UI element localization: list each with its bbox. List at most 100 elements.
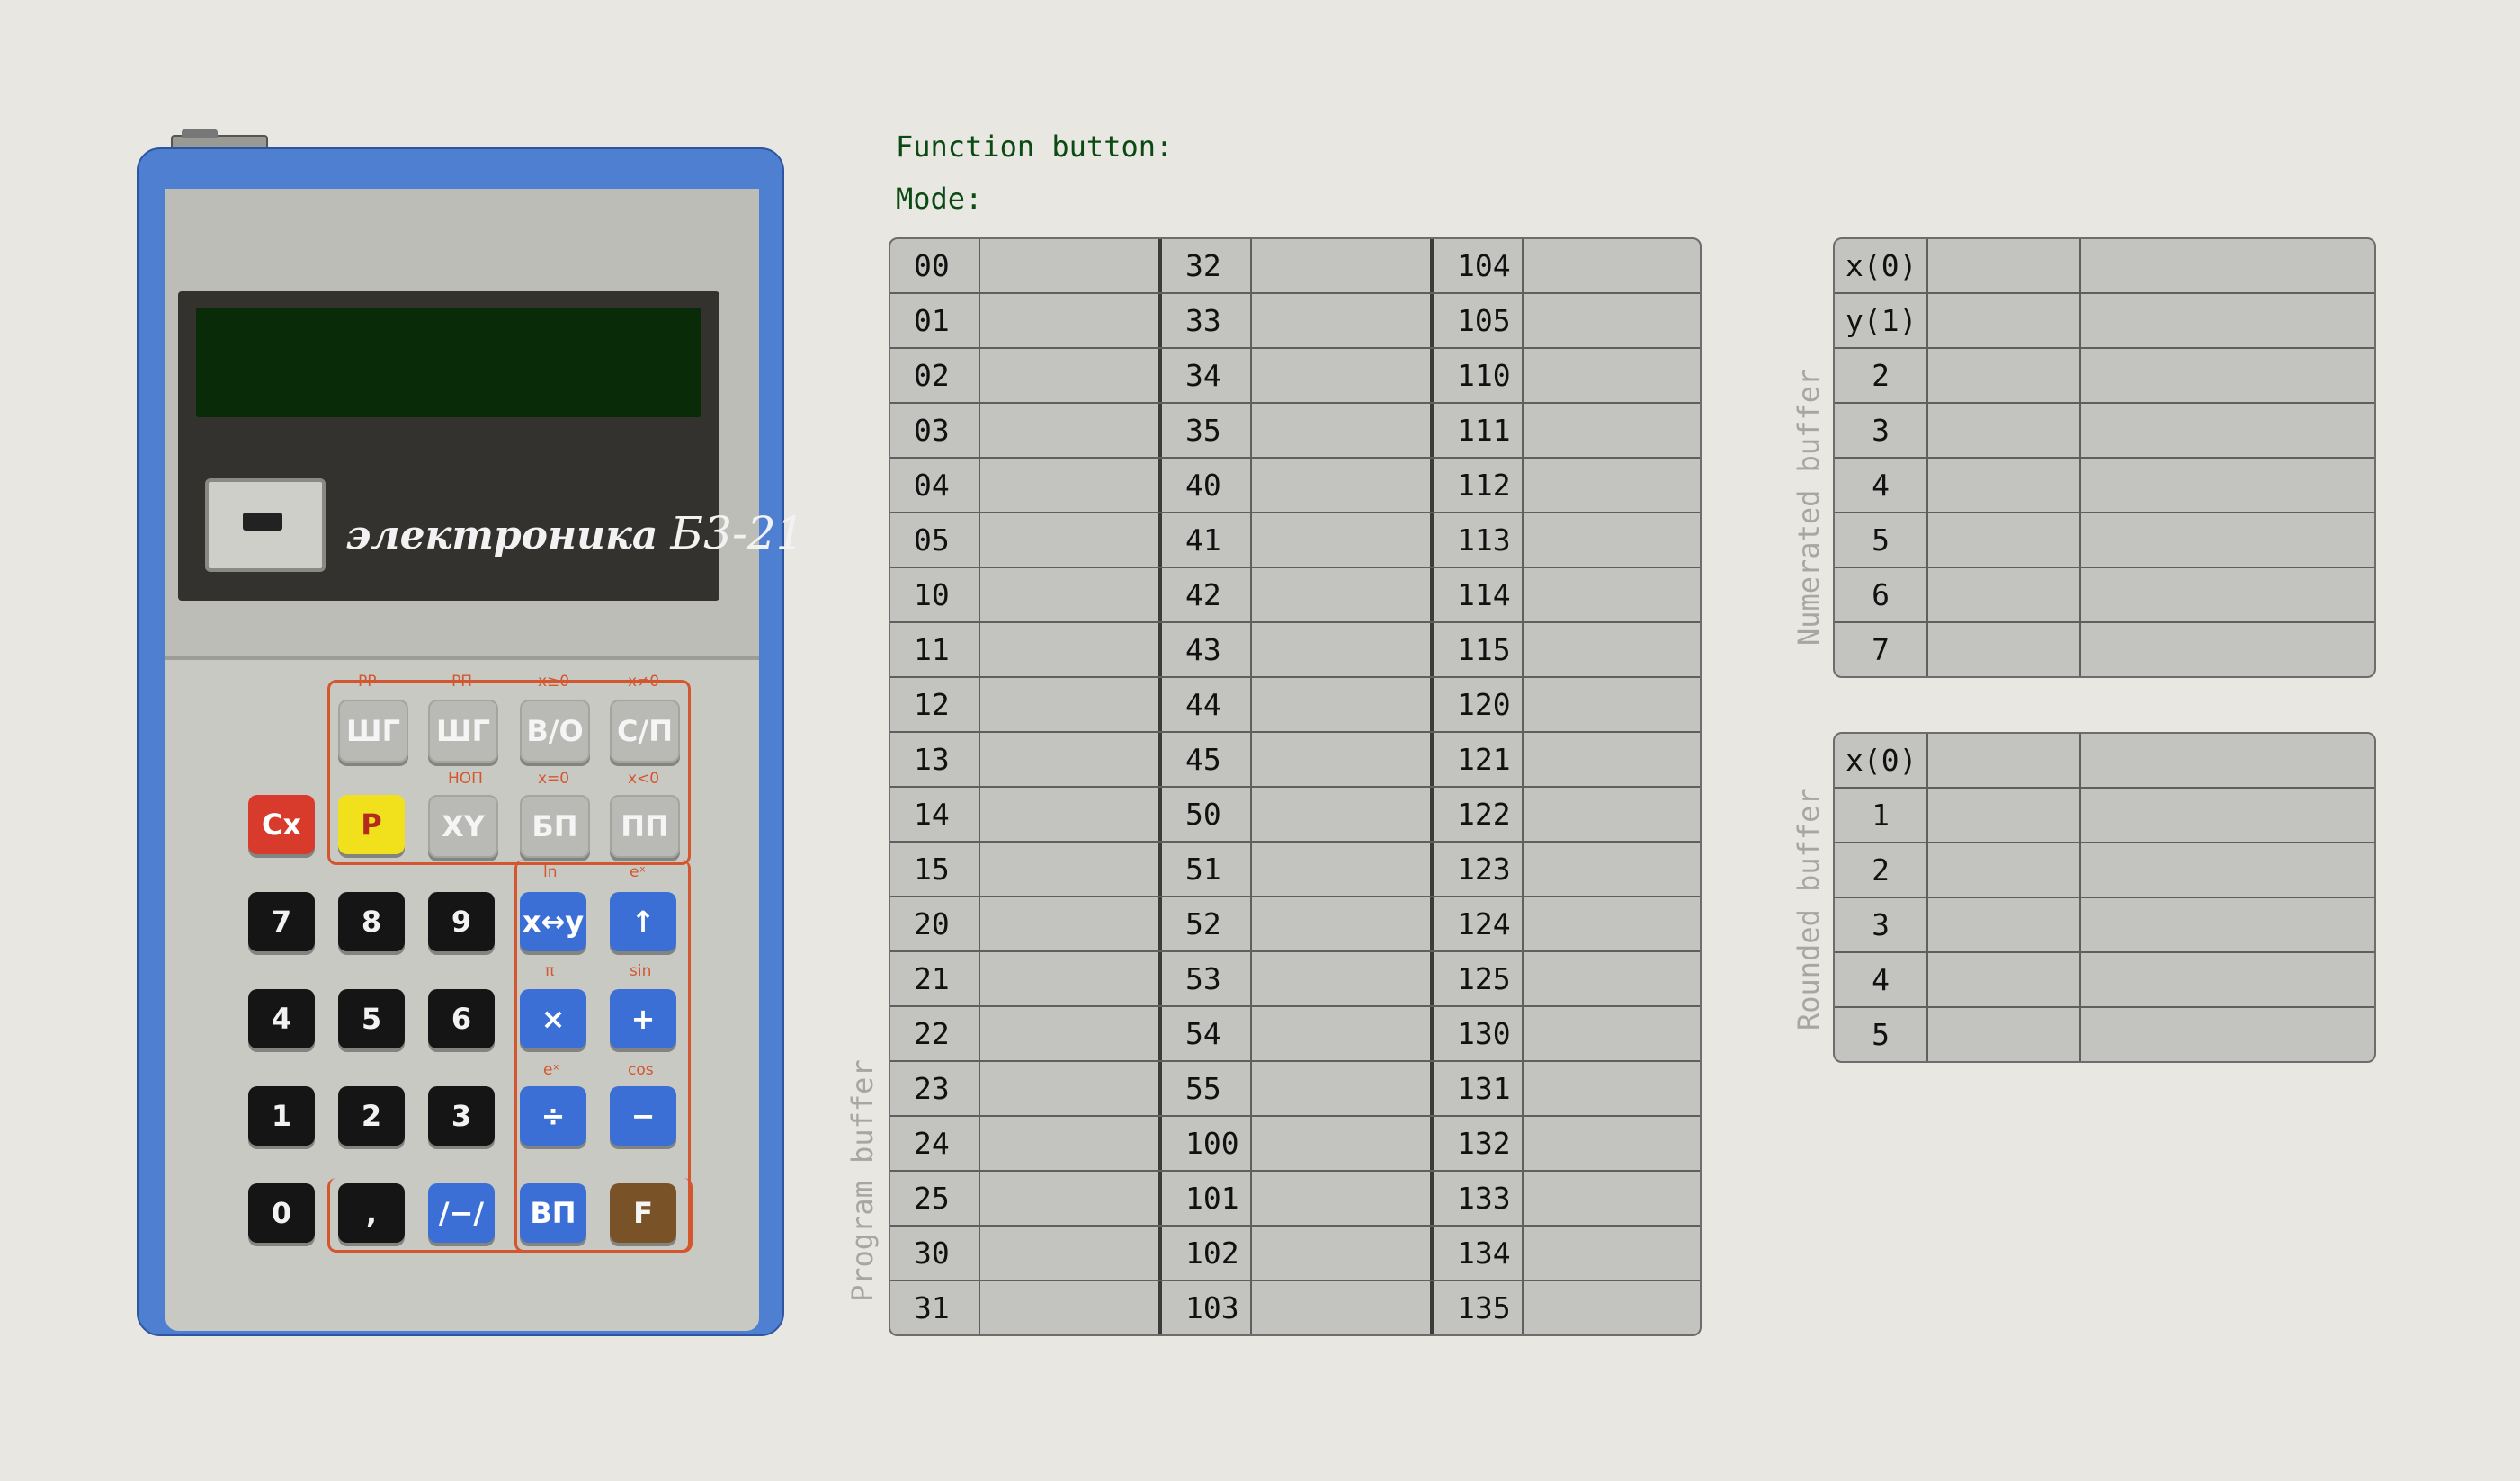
key-f[interactable]: F: [610, 1183, 676, 1243]
value-cell[interactable]: [1522, 897, 1698, 950]
register-value-cell[interactable]: [1926, 568, 2079, 621]
key-comma[interactable]: ,: [338, 1183, 405, 1243]
value-cell[interactable]: [1250, 568, 1430, 621]
value-cell[interactable]: [1250, 1281, 1430, 1334]
value-cell[interactable]: [1250, 513, 1430, 567]
register-value-cell[interactable]: [1926, 459, 2079, 512]
value-cell[interactable]: [979, 568, 1158, 621]
value-cell[interactable]: [1250, 1062, 1430, 1115]
value-cell[interactable]: [1250, 459, 1430, 512]
register-aux-cell[interactable]: [2079, 294, 2373, 347]
register-value-cell[interactable]: [1926, 404, 2079, 457]
value-cell[interactable]: [1522, 623, 1698, 676]
value-cell[interactable]: [1250, 239, 1430, 292]
value-cell[interactable]: [1522, 1281, 1698, 1334]
value-cell[interactable]: [979, 843, 1158, 896]
value-cell[interactable]: [979, 952, 1158, 1005]
register-aux-cell[interactable]: [2079, 1008, 2373, 1061]
value-cell[interactable]: [979, 623, 1158, 676]
key-xy[interactable]: XY: [428, 795, 498, 858]
key-swap-xy[interactable]: x↔y: [520, 892, 586, 951]
value-cell[interactable]: [979, 733, 1158, 786]
key-plus[interactable]: +: [610, 989, 676, 1048]
key-2[interactable]: 2: [338, 1086, 405, 1146]
key-6[interactable]: 6: [428, 989, 495, 1048]
value-cell[interactable]: [1522, 513, 1698, 567]
value-cell[interactable]: [979, 459, 1158, 512]
register-value-cell[interactable]: [1926, 953, 2079, 1006]
value-cell[interactable]: [1522, 568, 1698, 621]
register-value-cell[interactable]: [1926, 239, 2079, 292]
key-1[interactable]: 1: [248, 1086, 315, 1146]
value-cell[interactable]: [1250, 678, 1430, 731]
register-aux-cell[interactable]: [2079, 239, 2373, 292]
key-cx[interactable]: Cx: [248, 795, 315, 854]
value-cell[interactable]: [1522, 404, 1698, 457]
value-cell[interactable]: [979, 897, 1158, 950]
key-shg-right[interactable]: ШГ: [338, 700, 408, 763]
register-aux-cell[interactable]: [2079, 404, 2373, 457]
value-cell[interactable]: [1250, 1227, 1430, 1280]
value-cell[interactable]: [979, 1227, 1158, 1280]
register-value-cell[interactable]: [1926, 623, 2079, 676]
register-value-cell[interactable]: [1926, 1008, 2079, 1061]
value-cell[interactable]: [1522, 788, 1698, 841]
value-cell[interactable]: [1522, 1062, 1698, 1115]
value-cell[interactable]: [979, 294, 1158, 347]
key-9[interactable]: 9: [428, 892, 495, 951]
key-divide[interactable]: ÷: [520, 1086, 586, 1146]
value-cell[interactable]: [1522, 349, 1698, 402]
register-value-cell[interactable]: [1926, 843, 2079, 897]
key-8[interactable]: 8: [338, 892, 405, 951]
value-cell[interactable]: [1522, 1007, 1698, 1060]
key-7[interactable]: 7: [248, 892, 315, 951]
value-cell[interactable]: [1250, 404, 1430, 457]
key-5[interactable]: 5: [338, 989, 405, 1048]
value-cell[interactable]: [979, 1281, 1158, 1334]
value-cell[interactable]: [1250, 349, 1430, 402]
register-value-cell[interactable]: [1926, 898, 2079, 951]
value-cell[interactable]: [979, 788, 1158, 841]
value-cell[interactable]: [979, 513, 1158, 567]
key-up-arrow[interactable]: ↑: [610, 892, 676, 951]
key-vo[interactable]: В/О: [520, 700, 590, 763]
key-sp[interactable]: С/П: [610, 700, 680, 763]
value-cell[interactable]: [1522, 678, 1698, 731]
value-cell[interactable]: [1250, 952, 1430, 1005]
register-aux-cell[interactable]: [2079, 513, 2373, 567]
value-cell[interactable]: [1250, 1117, 1430, 1170]
key-vp[interactable]: ВП: [520, 1183, 586, 1243]
register-value-cell[interactable]: [1926, 734, 2079, 787]
value-cell[interactable]: [1522, 733, 1698, 786]
register-aux-cell[interactable]: [2079, 623, 2373, 676]
key-shg-left[interactable]: ШГ: [428, 700, 498, 763]
register-aux-cell[interactable]: [2079, 953, 2373, 1006]
key-p[interactable]: P: [338, 795, 405, 854]
value-cell[interactable]: [1522, 952, 1698, 1005]
value-cell[interactable]: [979, 239, 1158, 292]
value-cell[interactable]: [1250, 897, 1430, 950]
value-cell[interactable]: [1522, 1227, 1698, 1280]
register-aux-cell[interactable]: [2079, 459, 2373, 512]
value-cell[interactable]: [979, 349, 1158, 402]
value-cell[interactable]: [979, 1117, 1158, 1170]
register-value-cell[interactable]: [1926, 294, 2079, 347]
value-cell[interactable]: [979, 1007, 1158, 1060]
value-cell[interactable]: [1250, 294, 1430, 347]
value-cell[interactable]: [1522, 294, 1698, 347]
register-aux-cell[interactable]: [2079, 568, 2373, 621]
key-0[interactable]: 0: [248, 1183, 315, 1243]
value-cell[interactable]: [1522, 843, 1698, 896]
value-cell[interactable]: [1250, 623, 1430, 676]
key-pp[interactable]: ПП: [610, 795, 680, 858]
value-cell[interactable]: [979, 404, 1158, 457]
register-aux-cell[interactable]: [2079, 789, 2373, 842]
key-multiply[interactable]: ×: [520, 989, 586, 1048]
key-bp[interactable]: БП: [520, 795, 590, 858]
register-aux-cell[interactable]: [2079, 898, 2373, 951]
value-cell[interactable]: [1522, 1117, 1698, 1170]
value-cell[interactable]: [979, 1062, 1158, 1115]
key-minus[interactable]: −: [610, 1086, 676, 1146]
value-cell[interactable]: [979, 678, 1158, 731]
key-negate[interactable]: /−/: [428, 1183, 495, 1243]
